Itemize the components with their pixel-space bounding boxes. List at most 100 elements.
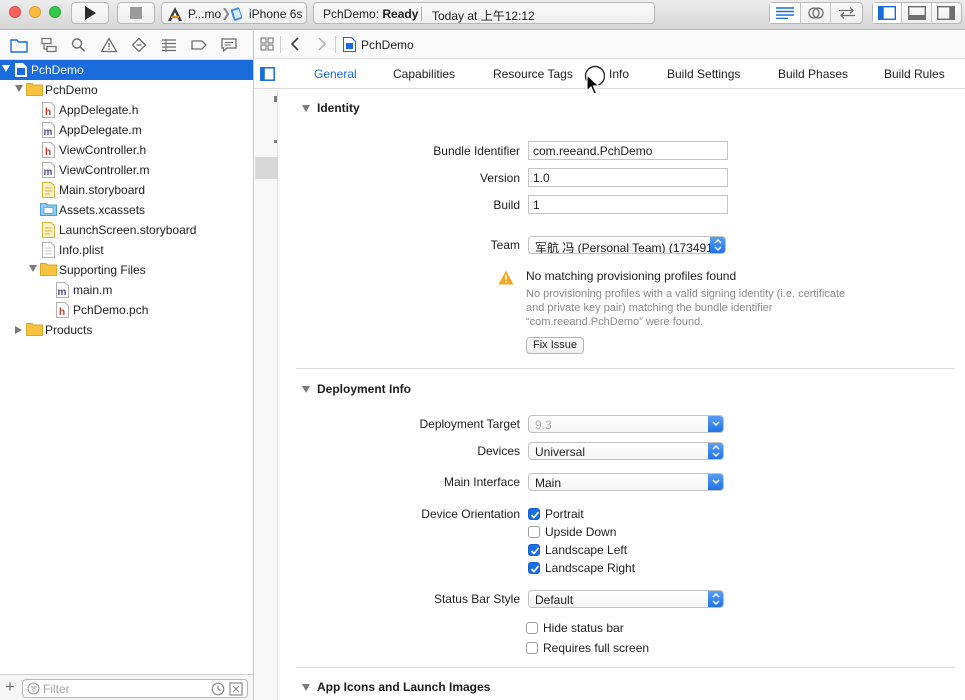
symbol-navigator-tab[interactable] [40, 37, 58, 55]
add-file-button[interactable]: + [5, 677, 15, 697]
version-editor-button[interactable] [831, 3, 862, 23]
tree-item-label: AppDelegate.h [59, 103, 139, 117]
selected-target-row[interactable] [255, 157, 278, 179]
tab-general[interactable]: General [314, 67, 357, 81]
close-window-button[interactable] [9, 6, 21, 18]
landscape-left-checkbox[interactable] [528, 544, 540, 556]
device-orientation-label: Device Orientation [421, 507, 520, 521]
tab-info[interactable]: Info [609, 67, 629, 81]
divider [296, 368, 955, 369]
toggle-utilities-button[interactable] [932, 3, 961, 23]
view-toggle-control[interactable] [872, 2, 962, 24]
filter-input[interactable] [43, 681, 203, 696]
disclosure-open-icon[interactable] [302, 386, 310, 393]
tab-capabilities[interactable]: Capabilities [393, 67, 455, 81]
up-down-chevron-icon [712, 445, 720, 457]
navigator-filter-bar: + [0, 674, 253, 700]
devices-label: Devices [477, 444, 520, 458]
stop-button[interactable] [117, 2, 155, 24]
clock-icon[interactable] [211, 682, 225, 696]
tree-item-file[interactable]: h AppDelegate.h [0, 100, 253, 120]
breadcrumb[interactable]: PchDemo [361, 38, 414, 52]
zoom-window-button[interactable] [49, 6, 61, 18]
tree-item-group[interactable]: PchDemo [0, 80, 253, 100]
stop-icon [130, 7, 142, 19]
deployment-target-value: 9.3 [535, 418, 552, 432]
hide-status-bar-checkbox[interactable] [526, 622, 538, 634]
list-marker [274, 140, 277, 143]
landscape-right-checkbox[interactable] [528, 562, 540, 574]
find-navigator-tab[interactable] [70, 37, 88, 55]
devices-popup[interactable]: Universal [528, 442, 724, 460]
tab-build-settings[interactable]: Build Settings [667, 67, 740, 81]
scheme-selector[interactable]: P...mo ❯ iPhone 6s [161, 2, 307, 24]
tree-item-file[interactable]: h PchDemo.pch [0, 300, 253, 320]
tree-item-group[interactable]: Supporting Files [0, 260, 253, 280]
project-file-icon [343, 37, 356, 52]
tab-build-phases[interactable]: Build Phases [778, 67, 848, 81]
version-field[interactable]: 1.0 [528, 168, 728, 187]
tree-item-label: PchDemo.pch [73, 303, 149, 317]
tab-build-rules[interactable]: Build Rules [884, 67, 945, 81]
toggle-debug-area-button[interactable] [902, 3, 932, 23]
tree-item-file[interactable]: Main.storyboard [0, 180, 253, 200]
disclosure-open-icon[interactable] [15, 85, 23, 92]
deployment-target-combo[interactable]: 9.3 [528, 415, 724, 433]
tree-item-file[interactable]: LaunchScreen.storyboard [0, 220, 253, 240]
warning-icon [498, 270, 514, 285]
test-navigator-tab[interactable] [130, 37, 148, 55]
tree-item-group[interactable]: Products [0, 320, 253, 340]
requires-full-screen-checkbox[interactable] [526, 642, 538, 654]
main-interface-value: Main [535, 476, 562, 490]
report-navigator-tab[interactable] [220, 37, 238, 55]
build-field[interactable]: 1 [528, 195, 728, 214]
tree-item-file[interactable]: h ViewController.h [0, 140, 253, 160]
implementation-file-icon: m [42, 162, 55, 178]
bundle-identifier-field[interactable]: com.reeand.PchDemo [528, 141, 728, 160]
editor-mode-control[interactable] [769, 2, 863, 24]
fix-issue-button[interactable]: Fix Issue [526, 337, 585, 354]
tree-item-label: Info.plist [59, 243, 104, 257]
tree-item-file[interactable]: Assets.xcassets [0, 200, 253, 220]
minimize-window-button[interactable] [29, 6, 41, 18]
disclosure-open-icon[interactable] [302, 105, 310, 112]
assistant-editor-button[interactable] [801, 3, 832, 23]
upside-down-checkbox[interactable] [528, 526, 540, 538]
storyboard-file-icon [42, 222, 55, 238]
disclosure-open-icon[interactable] [302, 684, 310, 691]
run-button[interactable] [71, 2, 109, 24]
checkmark-icon [530, 511, 540, 519]
disclosure-open-icon[interactable] [2, 65, 10, 72]
issue-navigator-tab[interactable] [100, 37, 118, 55]
debug-navigator-tab[interactable] [160, 37, 178, 55]
tree-item-file[interactable]: Info.plist [0, 240, 253, 260]
scm-filter-icon[interactable] [229, 682, 243, 696]
breakpoint-navigator-tab[interactable] [190, 37, 208, 55]
forward-chevron-icon[interactable] [317, 37, 327, 51]
back-chevron-icon[interactable] [290, 37, 300, 51]
tree-item-file[interactable]: m main.m [0, 280, 253, 300]
implementation-file-icon: m [56, 282, 69, 298]
disclosure-open-icon[interactable] [29, 265, 37, 272]
tree-item-file[interactable]: m ViewController.m [0, 160, 253, 180]
toggle-navigator-button[interactable] [873, 3, 903, 23]
bundle-identifier-label: Bundle Identifier [433, 144, 520, 158]
tree-item-project[interactable]: PchDemo [0, 60, 253, 80]
left-panel-icon [878, 6, 897, 20]
upside-down-label: Upside Down [545, 525, 617, 539]
related-items-icon[interactable] [260, 37, 274, 51]
tree-item-file[interactable]: m AppDelegate.m [0, 120, 253, 140]
tab-resource-tags[interactable]: Resource Tags [493, 67, 573, 81]
project-navigator-tab[interactable] [10, 37, 28, 55]
toolbar: P...mo ❯ iPhone 6s PchDemo: Ready Today … [0, 0, 965, 30]
portrait-checkbox[interactable] [528, 508, 540, 520]
svg-text:m: m [44, 127, 53, 138]
disclosure-closed-icon[interactable] [15, 326, 22, 334]
divider [280, 36, 281, 53]
standard-editor-button[interactable] [770, 3, 801, 23]
filter-field[interactable] [22, 679, 248, 698]
project-targets-toggle-icon[interactable] [260, 67, 275, 81]
status-bar-style-popup[interactable]: Default [528, 590, 724, 608]
team-popup[interactable]: 军航 冯 (Personal Team) (173491... [528, 236, 726, 254]
main-interface-combo[interactable]: Main [528, 473, 724, 491]
